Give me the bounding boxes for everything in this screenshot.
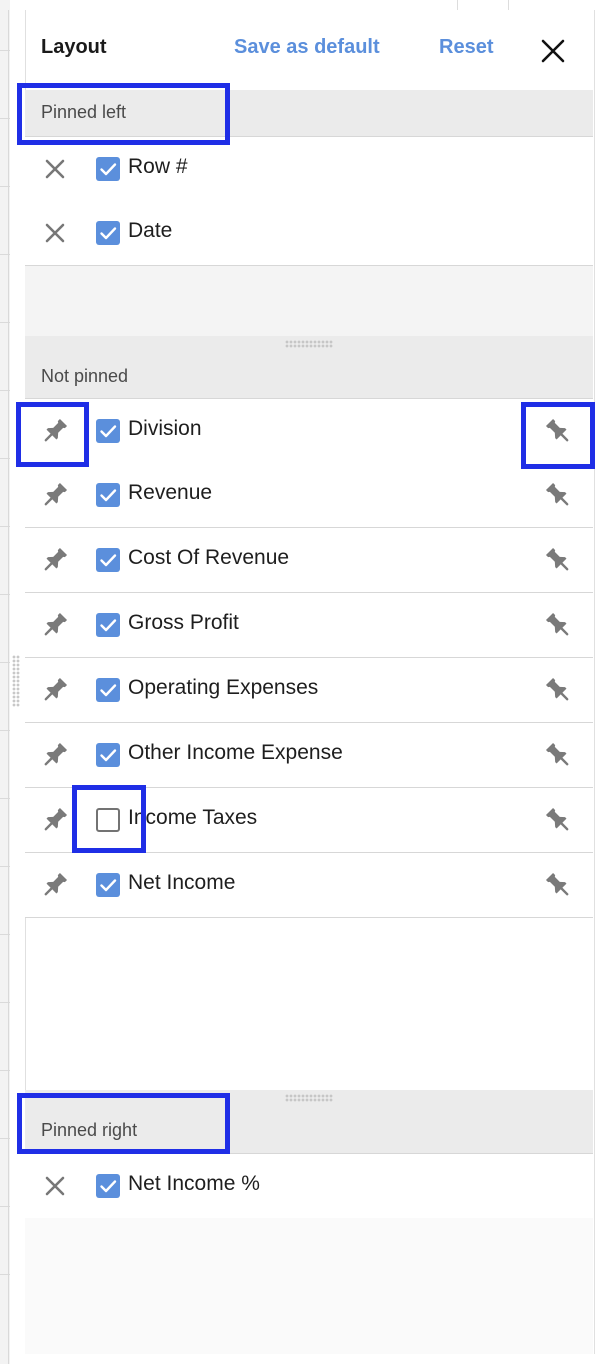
resize-handle[interactable] [285, 340, 333, 348]
save-as-default-button[interactable]: Save as default [234, 36, 380, 59]
column-row: Net Income [25, 853, 593, 918]
column-row: Operating Expenses [25, 658, 593, 723]
pin-right-icon[interactable] [541, 543, 575, 577]
column-row: Revenue [25, 463, 593, 528]
column-label: Revenue [128, 481, 213, 504]
checkbox-checked[interactable] [96, 1174, 120, 1198]
unpin-x-icon[interactable] [39, 1170, 71, 1202]
checkbox-checked[interactable] [96, 221, 120, 245]
column-label: Net Income [128, 871, 236, 894]
checkbox-checked[interactable] [96, 419, 120, 443]
checkbox-checked[interactable] [96, 157, 120, 181]
checkbox-checked[interactable] [96, 873, 120, 897]
column-row: Date [25, 201, 593, 266]
checkbox-checked[interactable] [96, 483, 120, 507]
column-row: Gross Profit [25, 593, 593, 658]
checkbox-unchecked[interactable] [96, 808, 120, 832]
reset-button[interactable]: Reset [439, 36, 493, 59]
grid-line [508, 0, 509, 10]
section-pinned-right-header: Pinned right [25, 1090, 593, 1153]
drop-zone-pinned-right [25, 1218, 593, 1354]
column-label: Other Income Expense [128, 741, 343, 764]
pin-left-icon[interactable] [39, 674, 71, 706]
pin-right-icon[interactable] [541, 738, 575, 772]
column-row: Division [25, 398, 593, 464]
section-pinned-left-header: Pinned left [25, 90, 593, 136]
pin-left-icon[interactable] [39, 869, 71, 901]
column-label: Income Taxes [128, 806, 258, 829]
close-icon[interactable] [538, 36, 568, 66]
column-label: Operating Expenses [128, 676, 319, 699]
section-not-pinned-header: Not pinned [25, 336, 593, 398]
column-row: Net Income % [25, 1153, 593, 1219]
pin-right-icon[interactable] [541, 673, 575, 707]
column-row: Income Taxes [25, 788, 593, 853]
checkbox-checked[interactable] [96, 548, 120, 572]
checkbox-checked[interactable] [96, 678, 120, 702]
pin-right-icon[interactable] [541, 478, 575, 512]
column-label: Cost Of Revenue [128, 546, 290, 569]
column-label: Gross Profit [128, 611, 239, 634]
column-label: Row # [128, 155, 188, 178]
column-label: Date [128, 219, 173, 242]
panel-title: Layout [41, 36, 107, 58]
unpin-x-icon[interactable] [39, 153, 71, 185]
drop-zone-pinned-left [25, 266, 593, 336]
column-row: Other Income Expense [25, 723, 593, 788]
pin-left-icon[interactable] [39, 544, 71, 576]
section-label: Not pinned [41, 366, 129, 386]
column-label: Division [128, 417, 202, 440]
pin-left-icon[interactable] [39, 609, 71, 641]
pin-left-icon[interactable] [39, 415, 71, 447]
unpin-x-icon[interactable] [39, 217, 71, 249]
resize-handle[interactable] [285, 1094, 333, 1102]
pin-right-icon[interactable] [541, 414, 575, 448]
pin-right-icon[interactable] [541, 803, 575, 837]
pin-left-icon[interactable] [39, 804, 71, 836]
section-label: Pinned left [41, 102, 127, 122]
pin-right-icon[interactable] [541, 868, 575, 902]
pin-left-icon[interactable] [39, 739, 71, 771]
grid-line [457, 0, 458, 10]
panel-resize-handle[interactable] [12, 655, 20, 707]
checkbox-checked[interactable] [96, 743, 120, 767]
column-row: Cost Of Revenue [25, 528, 593, 593]
pin-right-icon[interactable] [541, 608, 575, 642]
column-label: Net Income % [128, 1172, 260, 1195]
column-row: Row # [25, 136, 593, 202]
checkbox-checked[interactable] [96, 613, 120, 637]
section-label: Pinned right [41, 1120, 138, 1140]
panel-separator [8, 10, 9, 1364]
pin-left-icon[interactable] [39, 479, 71, 511]
